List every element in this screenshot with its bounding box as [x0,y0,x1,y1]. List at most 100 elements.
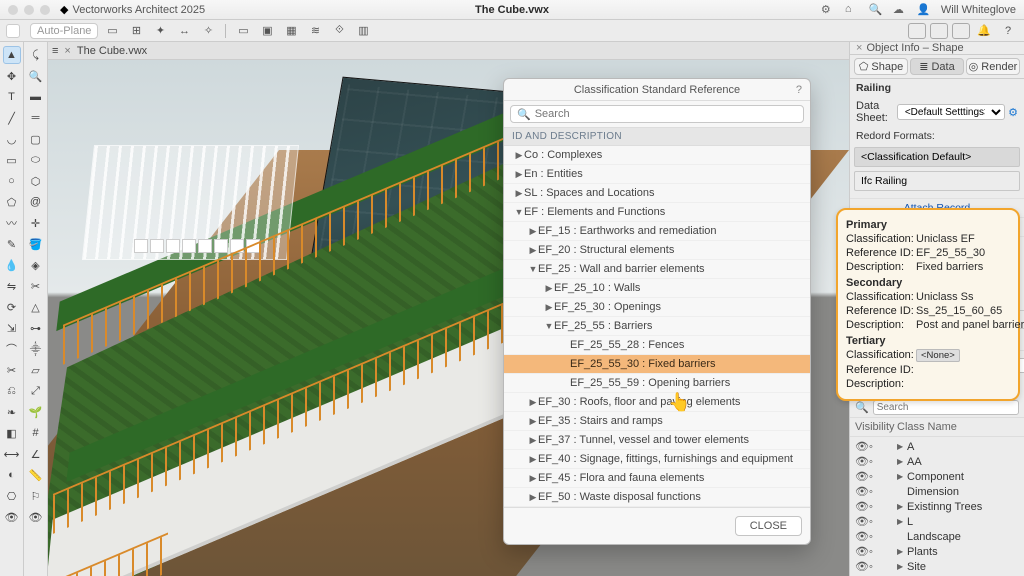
tree-row[interactable]: ▶EF_50 : Waste disposal functions [504,488,810,507]
shear-tool[interactable]: ▱ [27,361,45,379]
disclosure-icon[interactable]: ▶ [514,188,524,199]
tree-row[interactable]: ▶EF_45 : Flora and fauna elements [504,469,810,488]
tool-mode-10[interactable]: ⟐ [329,22,349,40]
disclosure-icon[interactable]: ▶ [544,302,554,313]
disclosure-icon[interactable]: ▶ [897,472,907,481]
tree-row[interactable]: ▶En : Entities [504,165,810,184]
visibility-grey-icon[interactable]: ◦ [869,546,883,558]
disclosure-icon[interactable]: ▶ [528,416,538,427]
disclosure-icon[interactable]: ▶ [528,397,538,408]
class-row[interactable]: 👁◦▶A [850,439,1024,454]
tape-tool[interactable]: 📏 [27,466,45,484]
tool-mode-8[interactable]: ▦ [281,22,301,40]
double-line-tool[interactable]: ═ [27,109,45,127]
tab-render[interactable]: ◎Render [966,58,1020,75]
disclosure-icon[interactable]: ▶ [544,283,554,294]
protractor-tool[interactable]: ◐ [3,466,21,484]
wall-tool[interactable]: ▬ [27,88,45,106]
tab-data[interactable]: ≣Data [910,58,964,75]
snap-toggle-2[interactable] [930,23,948,39]
attribute-tool[interactable]: ◧ [3,424,21,442]
tool-mode-6[interactable]: ▭ [233,22,253,40]
connect-tool[interactable]: ⊶ [27,319,45,337]
close-panel-icon[interactable]: × [856,42,862,54]
tree-row[interactable]: ▶EF_20 : Structural elements [504,241,810,260]
visibility-grey-icon[interactable]: ◦ [869,441,883,453]
tree-row[interactable]: ▶EF_25_10 : Walls [504,279,810,298]
split-tool[interactable]: ⎌ [3,382,21,400]
rotate-tool[interactable]: ⟳ [3,298,21,316]
regular-poly-tool[interactable]: ⬡ [27,172,45,190]
stake-tool[interactable]: ⚐ [27,487,45,505]
text-tool[interactable]: T [3,88,21,106]
number-stamp[interactable]: # [27,424,45,442]
help-icon[interactable]: ? [998,22,1018,40]
oval-tool[interactable]: ⬭ [27,151,45,169]
bucket-tool[interactable]: 🪣 [27,235,45,253]
visibility-eye-icon[interactable]: 👁 [855,500,869,513]
disclosure-icon[interactable]: ▼ [528,264,538,274]
visibility-grey-icon[interactable]: ◦ [869,516,883,528]
tab-menu-icon[interactable]: ≡ [52,45,58,57]
record-item-1[interactable]: Ifc Railing [854,171,1020,191]
visibility-grey-icon[interactable]: ◦ [869,486,883,498]
tool-mode-1[interactable]: ▭ [102,22,122,40]
fillet-tool[interactable]: ⌒ [3,340,21,358]
user-name[interactable]: Will Whiteglove [941,4,1016,16]
disclosure-icon[interactable]: ▶ [528,226,538,237]
cloud-icon[interactable]: ☁ [893,3,907,17]
autoplane-button[interactable]: Auto-Plane [30,23,98,39]
disclosure-icon[interactable]: ▶ [897,517,907,526]
rounded-rect-tool[interactable]: ▢ [27,130,45,148]
spiral-tool[interactable]: @ [27,193,45,211]
polygon-tool[interactable]: ⬠ [3,193,21,211]
tree-row[interactable]: ▼EF : Elements and Functions [504,203,810,222]
disclosure-icon[interactable]: ▶ [897,442,907,451]
disclosure-icon[interactable]: ▶ [897,502,907,511]
visibility-grey-icon[interactable]: ◦ [869,456,883,468]
zoom-tool[interactable]: 🔍 [27,67,45,85]
close-tab-icon[interactable]: × [64,45,70,57]
data-sheet-settings-icon[interactable]: ⚙ [1008,106,1018,119]
visibility-grey-icon[interactable]: ◦ [869,561,883,573]
mirror-tool[interactable]: ⇋ [3,277,21,295]
bell-icon[interactable]: 🔔 [974,22,994,40]
class-row[interactable]: 👁◦Landscape [850,529,1024,544]
visibility-eye-icon[interactable]: 👁 [855,530,869,543]
class-row[interactable]: 👁◦▶Component [850,469,1024,484]
class-row[interactable]: 👁◦▶L [850,514,1024,529]
search-icon[interactable]: 🔍 [869,3,883,17]
freehand-tool[interactable]: ✎ [3,235,21,253]
visibility-tool-2[interactable]: 👁 [27,508,45,526]
tree-row[interactable]: ▼EF_25 : Wall and barrier elements [504,260,810,279]
rect-tool[interactable]: ▭ [3,151,21,169]
disclosure-icon[interactable]: ▶ [897,547,907,556]
document-tab[interactable]: The Cube.vwx [77,45,147,57]
snap-toggle-3[interactable] [952,23,970,39]
tree-row[interactable]: ▶EF_25_30 : Openings [504,298,810,317]
disclosure-icon[interactable]: ▼ [544,321,554,331]
dialog-help-icon[interactable]: ? [796,84,802,96]
tool-mode-7[interactable]: ▣ [257,22,277,40]
class-row[interactable]: 👁◦▶AA [850,454,1024,469]
trim-tool[interactable]: ✂ [3,361,21,379]
tree-row[interactable]: ▶EF_40 : Signage, fittings, furnishings … [504,450,810,469]
tool-mode-4[interactable]: ↔ [174,22,194,40]
grade-tool[interactable]: ∠ [27,445,45,463]
visibility-eye-icon[interactable]: 👁 [855,440,869,453]
visibility-tool[interactable]: 👁 [3,508,21,526]
visibility-eye-icon[interactable]: 👁 [855,515,869,528]
arc-tool[interactable]: ◡ [3,130,21,148]
selection-tool[interactable]: ▲ [3,46,21,64]
scale-tool[interactable]: ⤢ [27,382,45,400]
visibility-eye-icon[interactable]: 👁 [855,470,869,483]
tool-mode-5[interactable]: ✧ [198,22,218,40]
disclosure-icon[interactable]: ▶ [514,150,524,161]
tab-shape[interactable]: ⬠Shape [854,58,908,75]
dialog-search-input[interactable] [535,108,797,120]
disclosure-icon[interactable]: ▶ [897,457,907,466]
visibility-grey-icon[interactable]: ◦ [869,501,883,513]
tertiary-none[interactable]: <None> [916,349,960,362]
clip-tool[interactable]: ✂ [27,277,45,295]
tool-mode-9[interactable]: ≋ [305,22,325,40]
